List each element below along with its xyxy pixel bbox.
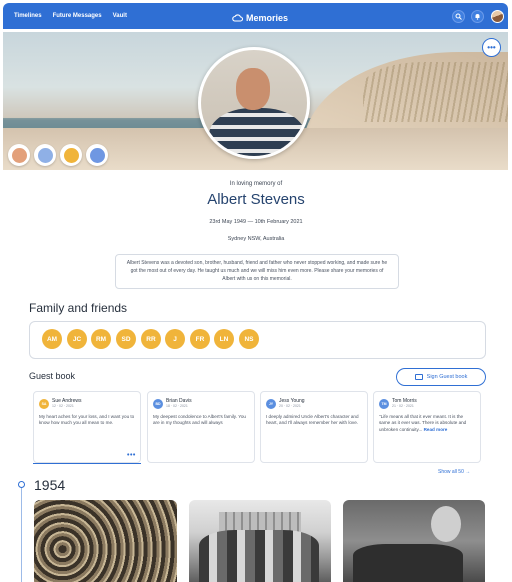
guest-date: 18 · 02 · 2021 (166, 404, 188, 408)
timeline-dot (18, 481, 25, 488)
logo-text: Memories (246, 13, 289, 23)
guestbook-section-title: Guest book (29, 371, 76, 381)
guestbook-entry[interactable]: TM Tom Morris 21 · 02 · 2021 "Life means… (373, 391, 481, 463)
guestbook-entry[interactable]: JY Jess Young 20 · 02 · 2021 I deeply ad… (260, 391, 368, 463)
grass-background (363, 62, 508, 122)
user-avatar[interactable] (491, 10, 504, 23)
memorial-bio: Albert Stevens was a devoted son, brothe… (115, 254, 399, 289)
show-all-label: Show all 50 (438, 469, 464, 475)
timeline-photo[interactable] (343, 500, 485, 582)
cloud-icon (232, 9, 244, 27)
family-member-chip[interactable]: AM (42, 329, 62, 349)
family-member-chip[interactable]: LN (214, 329, 234, 349)
guest-avatar: TM (379, 398, 389, 409)
guest-date: 20 · 02 · 2021 (279, 404, 301, 408)
in-memory-label: In loving memory of (229, 181, 283, 187)
calendar-badge-icon[interactable] (8, 144, 30, 166)
family-section-title: Family and friends (29, 301, 128, 315)
nav-link-future-messages[interactable]: Future Messages (53, 13, 102, 19)
memorial-name: Albert Stevens (207, 191, 305, 208)
guest-message: My heart aches for your loss, and I want… (39, 414, 135, 426)
family-member-chip[interactable]: JC (67, 329, 87, 349)
guestbook-entry[interactable]: SA Sue Andrews 12 · 02 · 2021 My heart a… (33, 391, 141, 463)
bell-icon[interactable] (471, 10, 484, 23)
family-member-chip[interactable]: FR (190, 329, 210, 349)
family-member-chip[interactable]: NS (239, 329, 259, 349)
memories-logo[interactable]: Memories (232, 9, 288, 27)
guest-avatar: JY (266, 398, 276, 409)
family-member-chip[interactable]: J (165, 329, 185, 349)
monitor-icon (414, 374, 423, 380)
guest-message: My deepest condolence to Albert's family… (153, 414, 246, 426)
more-options-icon[interactable]: ••• (482, 38, 501, 57)
timeline-photo[interactable] (34, 500, 177, 582)
family-member-chip[interactable]: RR (141, 329, 161, 349)
building-badge-icon[interactable] (86, 144, 108, 166)
memorial-dates: 23rd May 1949 — 10th February 2021 (209, 219, 303, 225)
shirt-badge-icon[interactable] (34, 144, 56, 166)
nav-link-vault[interactable]: Vault (113, 13, 127, 19)
entry-options-icon[interactable]: ••• (127, 452, 136, 459)
arrow-right-icon: → (465, 469, 471, 475)
timeline-line (21, 484, 22, 582)
guest-date: 12 · 02 · 2021 (52, 404, 74, 408)
guest-message: I deeply admired Uncle Albert's characte… (266, 414, 359, 426)
nav-link-timelines[interactable]: Timelines (14, 13, 42, 19)
memorial-portrait[interactable] (198, 47, 310, 159)
guest-date: 21 · 02 · 2021 (392, 404, 414, 408)
sign-guestbook-button[interactable]: Sign Guest book (396, 368, 486, 386)
family-member-chip[interactable]: SD (116, 329, 136, 349)
timeline-photo[interactable] (189, 500, 331, 582)
guestbook-entry[interactable]: BD Brian Davis 18 · 02 · 2021 My deepest… (147, 391, 255, 463)
guest-avatar: SA (39, 398, 49, 409)
read-more-link[interactable]: Read more (424, 427, 448, 432)
memorial-place: Sydney NSW, Australia (227, 236, 285, 242)
top-navigation-bar: Timelines Future Messages Vault Memories (3, 3, 508, 29)
show-all-link[interactable]: Show all 50 → (438, 469, 470, 475)
sign-guestbook-label: Sign Guest book (426, 374, 468, 380)
guest-avatar: BD (153, 398, 163, 409)
active-entry-underline (33, 463, 141, 464)
hero-banner: ••• (3, 32, 508, 170)
timeline-year: 1954 (34, 477, 66, 493)
guest-message: "Life means all that it ever meant. It i… (379, 414, 475, 433)
car-badge-icon[interactable] (60, 144, 82, 166)
family-member-chip[interactable]: RM (91, 329, 111, 349)
search-icon[interactable] (452, 10, 465, 23)
